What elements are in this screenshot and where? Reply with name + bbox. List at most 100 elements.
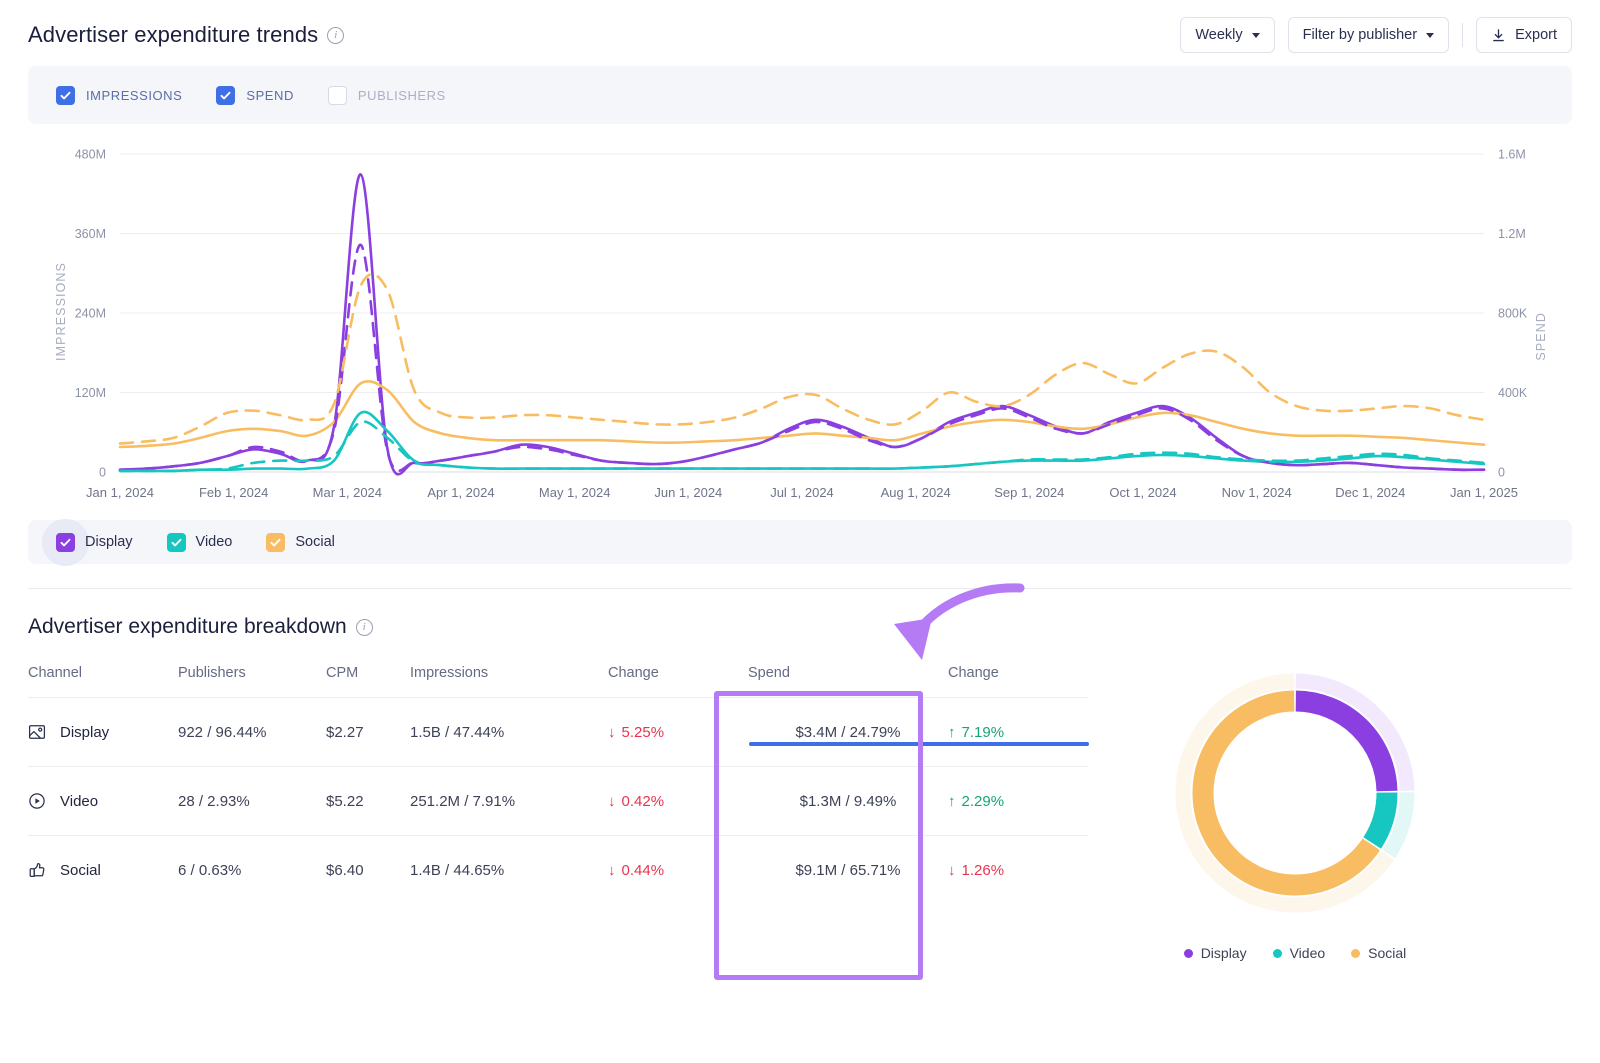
thumbs-up-icon [28, 861, 47, 880]
advertiser-expenditure-trends-card: Advertiser expenditure trends i Weekly F… [0, 0, 1600, 589]
svg-text:Nov 1, 2024: Nov 1, 2024 [1222, 485, 1292, 500]
legend-label-display: Display [1200, 945, 1247, 961]
channel-toggle-video[interactable]: Video [166, 532, 233, 552]
svg-text:Oct 1, 2024: Oct 1, 2024 [1109, 485, 1176, 500]
cell-channel: Video [28, 766, 178, 836]
channel-toggle-social[interactable]: Social [266, 532, 335, 552]
svg-text:Feb 1, 2024: Feb 1, 2024 [199, 485, 268, 500]
table-row[interactable]: Video 28 / 2.93% $5.22 251.2M / 7.91% ↓ 0… [28, 766, 1088, 836]
play-circle-icon [28, 792, 47, 811]
svg-text:Sep 1, 2024: Sep 1, 2024 [994, 485, 1064, 500]
donut-canvas [1175, 673, 1415, 913]
trends-title-group: Advertiser expenditure trends i [28, 22, 345, 48]
legend-label-video: Video [1289, 945, 1326, 961]
metric-label-publishers: PUBLISHERS [357, 87, 446, 103]
donut-legend-item-video[interactable]: Video [1272, 945, 1326, 961]
chevron-down-icon [1426, 32, 1435, 38]
cell-spend: $3.4M / 24.79% [748, 697, 948, 767]
arrow-down-icon: ↓ [608, 861, 616, 879]
metric-label-spend: SPEND [246, 87, 294, 103]
cell-spend: $1.3M / 9.49% [748, 766, 948, 836]
impressions-change-value: 0.42% [621, 792, 665, 810]
filter-by-publisher-button[interactable]: Filter by publisher [1287, 17, 1450, 53]
svg-text:120M: 120M [75, 386, 106, 400]
svg-text:1.2M: 1.2M [1498, 227, 1526, 241]
svg-text:Aug 1, 2024: Aug 1, 2024 [881, 485, 951, 500]
cell-channel: Social [28, 835, 178, 905]
info-icon[interactable]: i [355, 618, 373, 636]
checkbox-checked-icon[interactable] [56, 85, 75, 105]
svg-text:360M: 360M [75, 227, 106, 241]
legend-label-social: Social [1368, 945, 1407, 961]
cell-cpm: $2.27 [326, 697, 410, 767]
cell-cpm: $5.22 [326, 766, 410, 836]
svg-text:Dec 1, 2024: Dec 1, 2024 [1335, 485, 1405, 500]
cell-impressions-change: ↓ 5.25% [608, 697, 748, 767]
column-header-impressions-change[interactable]: Change [608, 665, 748, 698]
column-header-cpm[interactable]: CPM [326, 665, 410, 698]
channel-toggle-display[interactable]: Display [42, 518, 133, 566]
breakdown-table: Channel Publishers CPM Impressions Chang… [28, 665, 1088, 905]
table-row[interactable]: Display 922 / 96.44% $2.27 1.5B / 47.44%… [28, 697, 1088, 767]
legend-dot-display [1183, 948, 1193, 958]
svg-text:1.6M: 1.6M [1498, 148, 1526, 162]
checkbox-unchecked-icon[interactable] [327, 85, 347, 105]
arrow-up-icon: ↑ [948, 792, 956, 810]
cell-impressions: 1.5B / 47.44% [410, 697, 608, 767]
donut-legend-item-social[interactable]: Social [1351, 945, 1406, 961]
metric-toggle-impressions[interactable]: IMPRESSIONS [56, 85, 182, 105]
info-icon[interactable]: i [327, 26, 345, 44]
cell-publishers: 922 / 96.44% [178, 697, 326, 767]
cell-publishers: 28 / 2.93% [178, 766, 326, 836]
curved-arrow-icon [894, 583, 1025, 660]
breakdown-body: Channel Publishers CPM Impressions Chang… [28, 665, 1572, 961]
toolbar-divider [1462, 23, 1464, 47]
legend-dot-social [1351, 948, 1361, 958]
analytics-page: Advertiser expenditure trends i Weekly F… [0, 0, 1600, 1063]
cell-spend-change: ↑ 7.19% [948, 697, 1088, 767]
metric-toggle-publishers[interactable]: PUBLISHERS [327, 85, 446, 105]
column-header-channel[interactable]: Channel [28, 665, 178, 698]
metric-toggle-spend[interactable]: SPEND [216, 85, 294, 105]
channel-name: Social [60, 861, 101, 879]
channel-label-display: Display [85, 534, 133, 550]
svg-text:May 1, 2024: May 1, 2024 [539, 485, 611, 500]
advertiser-expenditure-breakdown-card: Advertiser expenditure breakdown i Chann… [0, 589, 1600, 961]
period-select-button[interactable]: Weekly [1180, 17, 1275, 53]
trends-chart: IMPRESSIONS SPEND 0 0 120M 400K 240M 800K 360M… [28, 134, 1572, 514]
period-select-label: Weekly [1195, 27, 1243, 43]
table-row[interactable]: Social 6 / 0.63% $6.40 1.4B / 44.65% ↓ 0.… [28, 835, 1088, 905]
spend-donut-chart: Display Video Social [1130, 665, 1460, 961]
svg-text:400K: 400K [1498, 386, 1528, 400]
checkbox-checked-icon[interactable] [266, 532, 286, 552]
spend-change-value: 1.26% [961, 861, 1005, 879]
arrow-down-icon: ↓ [948, 861, 956, 879]
checkbox-checked-icon[interactable] [56, 532, 75, 552]
cell-spend-change: ↓ 1.26% [948, 835, 1088, 905]
channel-label-video: Video [195, 534, 233, 550]
svg-text:480M: 480M [75, 148, 106, 162]
checkbox-checked-icon[interactable] [166, 532, 186, 552]
channel-label-social: Social [295, 534, 335, 550]
column-header-impressions[interactable]: Impressions [410, 665, 608, 698]
svg-text:Jun 1, 2024: Jun 1, 2024 [654, 485, 722, 500]
impressions-change-value: 5.25% [621, 723, 665, 741]
breakdown-header: Advertiser expenditure breakdown i [28, 615, 1572, 639]
spend-change-value: 2.29% [961, 792, 1005, 810]
cell-cpm: $6.40 [326, 835, 410, 905]
trends-controls: Weekly Filter by publisher Export [1180, 17, 1572, 53]
chevron-down-icon [1251, 32, 1260, 38]
spend-change-value: 7.19% [961, 723, 1005, 741]
channel-legend-strip: Display Video Social [28, 518, 1572, 566]
svg-text:800K: 800K [1498, 307, 1528, 321]
svg-text:Jul 1, 2024: Jul 1, 2024 [770, 485, 834, 500]
column-header-publishers[interactable]: Publishers [178, 665, 326, 698]
checkbox-checked-icon[interactable] [216, 85, 236, 105]
svg-text:Jan 1, 2024: Jan 1, 2024 [86, 485, 154, 500]
image-icon [28, 723, 47, 742]
donut-legend-item-display[interactable]: Display [1183, 945, 1247, 961]
page-title: Advertiser expenditure trends [28, 22, 319, 47]
cell-channel: Display [28, 697, 178, 767]
export-button[interactable]: Export [1476, 17, 1572, 53]
cell-impressions-change: ↓ 0.44% [608, 835, 748, 905]
